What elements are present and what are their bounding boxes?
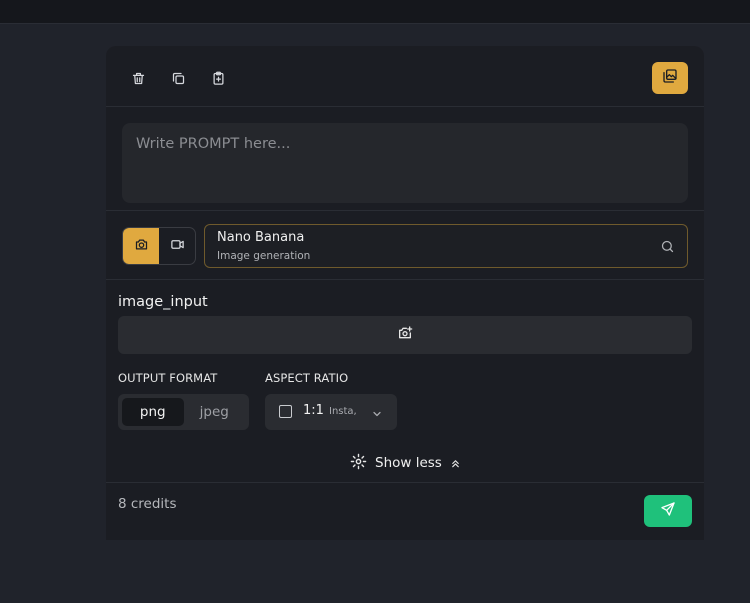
show-less-toggle[interactable]: Show less: [350, 453, 461, 473]
aspect-ratio-value: 1:1: [303, 403, 324, 418]
image-mode-button[interactable]: [123, 228, 159, 264]
add-photo-icon: [397, 325, 413, 345]
video-icon: [170, 237, 185, 256]
aspect-ratio-select[interactable]: 1:1 Insta,: [265, 394, 397, 430]
gear-icon: [350, 453, 367, 474]
show-less-label: Show less: [375, 455, 442, 471]
generation-panel: Nano Banana Image generation image_input…: [106, 46, 704, 540]
model-subtitle: Image generation: [217, 250, 311, 262]
aspect-ratio-subtitle: Insta,: [329, 406, 357, 417]
mode-toggle: [122, 227, 196, 265]
gallery-icon: [662, 68, 678, 88]
send-button[interactable]: [644, 495, 692, 527]
square-icon: [279, 405, 292, 418]
trash-icon[interactable]: [127, 67, 149, 89]
image-upload-button[interactable]: [118, 316, 692, 354]
model-row: Nano Banana Image generation: [106, 211, 704, 280]
panel-footer: 8 credits: [106, 482, 704, 540]
search-icon[interactable]: [660, 239, 675, 258]
panel-toolbar: [106, 46, 704, 107]
format-option-jpeg[interactable]: jpeg: [184, 398, 246, 426]
credits-count: 8 credits: [118, 496, 177, 512]
model-selector[interactable]: Nano Banana Image generation: [204, 224, 688, 268]
output-format-label: OUTPUT FORMAT: [118, 371, 218, 385]
prompt-input[interactable]: [122, 123, 688, 203]
video-mode-button[interactable]: [159, 228, 195, 264]
image-input-label: image_input: [118, 294, 208, 310]
top-bar: [0, 0, 750, 24]
clipboard-paste-icon[interactable]: [207, 67, 229, 89]
chevrons-up-icon: [450, 454, 461, 473]
prompt-section: [106, 107, 704, 211]
output-format-toggle: png jpeg: [118, 394, 249, 430]
camera-icon: [134, 237, 149, 256]
model-name: Nano Banana: [217, 230, 305, 245]
copy-icon[interactable]: [167, 67, 189, 89]
send-icon: [660, 501, 676, 521]
aspect-ratio-label: ASPECT RATIO: [265, 371, 349, 385]
format-option-png[interactable]: png: [122, 398, 184, 426]
chevron-down-icon: [371, 405, 383, 424]
gallery-button[interactable]: [652, 62, 688, 94]
